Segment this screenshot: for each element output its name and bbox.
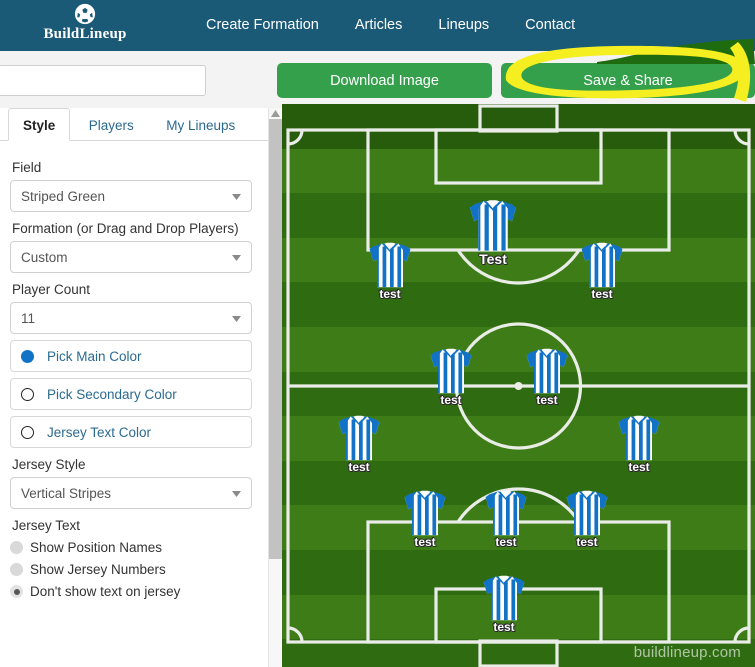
player-label: test: [414, 535, 436, 549]
formation-label: Formation (or Drag and Drop Players): [12, 221, 239, 236]
player-token[interactable]: test: [572, 239, 632, 301]
nav-item-contact[interactable]: Contact: [507, 0, 593, 51]
radio-icon-selected: [10, 585, 23, 598]
radio-icon: [10, 563, 23, 576]
player-label: test: [379, 287, 401, 301]
site-header: BuildLineup Create Formation Articles Li…: [0, 0, 755, 51]
player-label: test: [628, 460, 650, 474]
player-count-label: Player Count: [12, 282, 91, 297]
app-root: BuildLineup Create Formation Articles Li…: [0, 0, 755, 667]
sidebar-tabs: Style Players My Lineups: [0, 108, 268, 141]
jersey-icon: [485, 490, 527, 536]
brand-logo[interactable]: BuildLineup: [30, 3, 140, 43]
nav-item-create-formation[interactable]: Create Formation: [188, 0, 337, 51]
jersey-icon: [526, 348, 568, 394]
nav-item-articles[interactable]: Articles: [337, 0, 421, 51]
jersey-icon: [404, 490, 446, 536]
pick-secondary-color-button[interactable]: Pick Secondary Color: [10, 378, 252, 410]
tab-my-lineups[interactable]: My Lineups: [152, 109, 249, 142]
watermark: buildlineup.com: [633, 644, 741, 661]
pick-main-color-button[interactable]: Pick Main Color: [10, 340, 252, 372]
jersey-icon: [483, 575, 525, 621]
sidebar-scrollbar-thumb[interactable]: [269, 119, 282, 559]
field-select-value: Striped Green: [21, 188, 106, 204]
tab-style[interactable]: Style: [8, 108, 71, 141]
player-label: test: [536, 393, 558, 407]
style-panel: Field Striped Green Formation (or Drag a…: [0, 141, 268, 599]
player-token[interactable]: test: [557, 487, 617, 549]
pitch-canvas[interactable]: buildlineup.com Test test test test test test…: [282, 104, 755, 667]
radio-show-position-names-label: Show Position Names: [30, 540, 163, 555]
field-select[interactable]: Striped Green: [10, 180, 252, 212]
radio-show-jersey-numbers[interactable]: Show Jersey Numbers: [10, 562, 252, 577]
lineup-name-input[interactable]: [0, 65, 206, 96]
jersey-style-label: Jersey Style: [12, 457, 86, 472]
chevron-down-icon: [232, 316, 241, 322]
player-token[interactable]: test: [517, 345, 577, 407]
jersey-icon: [581, 242, 623, 288]
player-token[interactable]: test: [329, 412, 389, 474]
player-token[interactable]: Test: [459, 196, 527, 267]
player-label: test: [348, 460, 370, 474]
sidebar-scrollbar[interactable]: [268, 108, 282, 667]
jersey-icon: [566, 490, 608, 536]
brand-name: BuildLineup: [43, 26, 127, 42]
jersey-text-color-label: Jersey Text Color: [47, 424, 152, 440]
player-token[interactable]: test: [474, 572, 534, 634]
download-image-button[interactable]: Download Image: [277, 63, 492, 98]
player-label: test: [493, 620, 515, 634]
tab-players[interactable]: Players: [75, 109, 148, 142]
jersey-text-color-button[interactable]: Jersey Text Color: [10, 416, 252, 448]
scroll-up-arrow-icon[interactable]: [271, 110, 280, 117]
jersey-style-select[interactable]: Vertical Stripes: [10, 477, 252, 509]
nav-item-lineups[interactable]: Lineups: [420, 0, 507, 51]
save-and-share-button[interactable]: Save & Share: [501, 63, 755, 98]
player-label: test: [440, 393, 462, 407]
formation-select[interactable]: Custom: [10, 241, 252, 273]
player-label: Test: [479, 251, 507, 267]
jersey-text-label: Jersey Text: [12, 518, 81, 533]
chevron-down-icon: [232, 491, 241, 497]
jersey-text-color-swatch-icon: [21, 425, 34, 439]
player-token[interactable]: test: [421, 345, 481, 407]
field-label: Field: [12, 160, 42, 175]
radio-show-position-names[interactable]: Show Position Names: [10, 540, 252, 555]
player-token[interactable]: test: [360, 239, 420, 301]
action-toolbar: Download Image Save & Share: [0, 51, 755, 108]
soccer-ball-icon: [74, 3, 96, 25]
player-count-select[interactable]: 11: [10, 302, 252, 334]
main-nav: Create Formation Articles Lineups Contac…: [188, 0, 593, 51]
jersey-icon: [469, 200, 517, 251]
style-sidebar: Style Players My Lineups Field Striped G…: [0, 108, 268, 667]
chevron-down-icon: [232, 194, 241, 200]
player-token[interactable]: test: [476, 487, 536, 549]
jersey-icon: [338, 415, 380, 461]
player-count-select-value: 11: [21, 310, 36, 326]
player-label: test: [495, 535, 517, 549]
radio-show-jersey-numbers-label: Show Jersey Numbers: [30, 562, 166, 577]
chevron-down-icon: [232, 255, 241, 261]
pick-secondary-color-label: Pick Secondary Color: [47, 386, 177, 402]
main-color-swatch-icon: [21, 349, 34, 363]
secondary-color-swatch-icon: [21, 387, 34, 401]
jersey-style-select-value: Vertical Stripes: [21, 485, 112, 501]
player-token[interactable]: test: [395, 487, 455, 549]
jersey-icon: [369, 242, 411, 288]
player-token[interactable]: test: [609, 412, 669, 474]
formation-select-value: Custom: [21, 249, 68, 265]
jersey-icon: [618, 415, 660, 461]
jersey-icon: [430, 348, 472, 394]
pick-main-color-label: Pick Main Color: [47, 348, 142, 364]
radio-no-text-on-jersey[interactable]: Don't show text on jersey: [10, 584, 252, 599]
radio-icon: [10, 541, 23, 554]
player-label: test: [591, 287, 613, 301]
player-label: test: [576, 535, 598, 549]
radio-no-text-on-jersey-label: Don't show text on jersey: [30, 584, 181, 599]
